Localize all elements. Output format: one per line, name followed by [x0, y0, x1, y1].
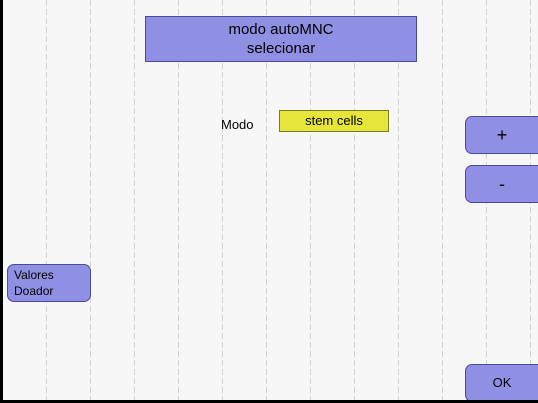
decrement-button[interactable]: -: [465, 165, 538, 203]
mode-value-field[interactable]: stem cells: [279, 110, 389, 132]
mode-label: Modo: [221, 117, 254, 132]
title-panel: modo autoMNC selecionar: [145, 16, 417, 62]
screen: modo autoMNC selecionar Modo stem cells …: [0, 0, 538, 403]
ok-button[interactable]: OK: [465, 364, 538, 400]
title-line-1: modo autoMNC: [228, 21, 334, 38]
donor-values-line-2: Doador: [14, 284, 54, 298]
donor-values-button[interactable]: Valores Doador: [7, 264, 91, 302]
donor-values-line-1: Valores: [14, 268, 54, 282]
title-line-2: selecionar: [246, 40, 316, 57]
increment-button[interactable]: +: [465, 116, 538, 154]
